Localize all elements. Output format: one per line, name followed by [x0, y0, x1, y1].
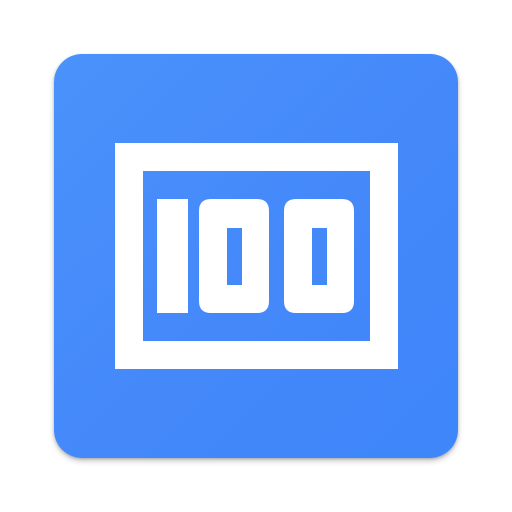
scoreboard-icon — [115, 143, 398, 369]
digit-zero-second — [284, 199, 354, 313]
app-icon-canvas: 100 — [0, 0, 512, 512]
digit-one — [157, 199, 188, 313]
digit-zero-first — [199, 199, 269, 313]
